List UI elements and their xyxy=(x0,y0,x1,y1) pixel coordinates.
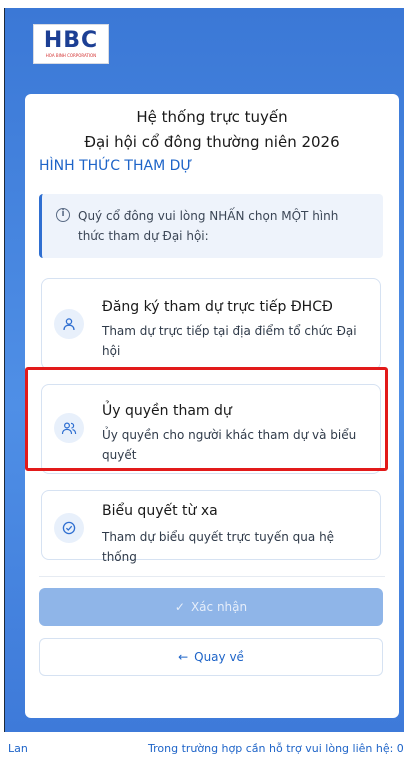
check-icon: ✓ xyxy=(174,600,185,614)
logo-subtext: HOA BINH CORPORATION xyxy=(45,53,97,58)
confirm-button[interactable]: ✓ Xác nhận xyxy=(39,588,383,626)
confirm-label: Xác nhận xyxy=(190,600,248,614)
option-remote-vote[interactable]: Biểu quyết từ xa Tham dự biểu quyết trực… xyxy=(41,490,381,564)
check-circle-icon xyxy=(54,513,84,543)
support-contact-text: Trong trường hợp cần hỗ trợ vui lòng liê… xyxy=(148,742,404,755)
back-label: Quay về xyxy=(194,650,244,664)
attendance-form-card: Hệ thống trực tuyến Đại hội cổ đông thườ… xyxy=(25,94,399,718)
option-title: Biểu quyết từ xa xyxy=(102,503,218,519)
language-link[interactable]: Lan xyxy=(8,742,28,755)
section-heading: HÌNH THỨC THAM DỰ xyxy=(39,158,193,174)
person-icon xyxy=(54,309,84,339)
option-description: Tham dự trực tiếp tại địa điểm tổ chức Đ… xyxy=(102,324,357,358)
info-text: Quý cổ đông vui lòng NHẤN chọn MỘT hình … xyxy=(78,209,339,243)
company-logo: HBC HOA BINH CORPORATION xyxy=(33,24,109,64)
footer: Lan Trong trường hợp cần hỗ trợ vui lòng… xyxy=(0,732,404,764)
info-notice: i Quý cổ đông vui lòng NHẤN chọn MỘT hìn… xyxy=(39,194,383,258)
option-title: Ủy quyền tham dự xyxy=(102,403,232,419)
option-attend-in-person[interactable]: Đăng ký tham dự trực tiếp ĐHCĐ Tham dự t… xyxy=(41,278,381,370)
option-title: Đăng ký tham dự trực tiếp ĐHCĐ xyxy=(102,299,333,315)
arrow-left-icon: ← xyxy=(178,650,189,664)
option-description: Tham dự biểu quyết trực tuyến qua hệ thố… xyxy=(102,530,335,564)
people-icon xyxy=(54,413,84,443)
divider xyxy=(39,576,385,577)
back-button[interactable]: ← Quay về xyxy=(39,638,383,676)
info-icon: i xyxy=(56,208,70,222)
page-title-line1: Hệ thống trực tuyến xyxy=(136,108,288,126)
page-title-line2: Đại hội cổ đông thường niên 2026 xyxy=(84,133,340,151)
logo-text: HBC xyxy=(43,28,99,53)
option-proxy[interactable]: Ủy quyền tham dự Ủy quyền cho người khác… xyxy=(41,384,381,474)
page-background: HBC HOA BINH CORPORATION Hệ thống trực t… xyxy=(5,8,404,732)
option-description: Ủy quyền cho người khác tham dự và biểu … xyxy=(102,428,357,462)
